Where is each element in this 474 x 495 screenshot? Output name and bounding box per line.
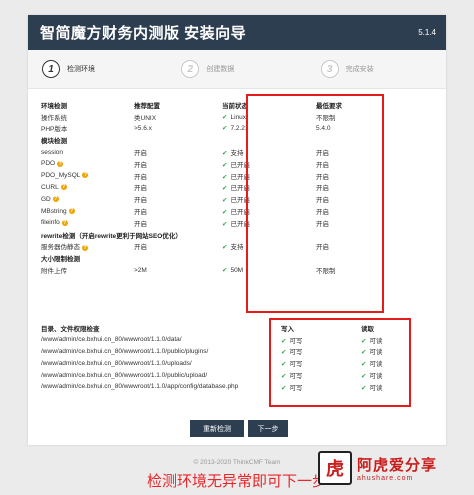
next-step-button[interactable]: 下一步 (248, 420, 288, 437)
help-icon[interactable]: ? (60, 184, 67, 191)
annotation-caption: 检测环境无异常即可下一步 (147, 473, 328, 490)
check-item-name: CURL (41, 183, 59, 191)
check-item-name: 附件上传 (41, 268, 67, 276)
current-status: 支持 (230, 150, 244, 158)
check-item-name: MBstring (41, 207, 67, 215)
check-icon: ✔ (222, 267, 228, 275)
step-number: 1 (42, 60, 60, 78)
step-check-env: 1 检测环境 (28, 60, 167, 78)
page-title: 智简魔方财务内测版 安装向导 (40, 25, 247, 42)
directory-path: /www/admin/ce.bxhui.cn_80/wwwroot/1.1.0/… (41, 371, 208, 379)
check-item-name: session (41, 148, 64, 156)
watermark-logo: 虎 阿虎爱分享 ahushare.com (318, 449, 470, 486)
check-icon: ✔ (222, 209, 228, 217)
check-icon: ✔ (222, 113, 228, 121)
check-item-cell: session (41, 146, 134, 158)
check-item-cell: 服务器伪静态? (41, 241, 134, 253)
directory-path: /www/admin/ce.bxhui.cn_80/wwwroot/1.1.0/… (41, 359, 192, 367)
col-header: 推荐配置 (134, 102, 160, 110)
recommended-value: >2M (134, 266, 147, 274)
recommended-value: >5.6.x (134, 124, 152, 132)
step-label: 检测环境 (67, 66, 95, 73)
status-highlight-box (246, 94, 384, 313)
recheck-button[interactable]: 重新检测 (190, 420, 244, 437)
check-item-cell: PDO? (41, 158, 134, 170)
help-icon[interactable]: ? (52, 196, 59, 203)
recommended-value: 开启 (134, 150, 147, 158)
check-icon: ✔ (222, 197, 228, 205)
check-item-name: PDO (41, 160, 56, 168)
check-item-cell: CURL? (41, 182, 134, 194)
check-icon: ✔ (222, 220, 228, 228)
check-item-cell: GD? (41, 193, 134, 205)
check-icon: ✔ (222, 150, 228, 158)
recommended-value: 开启 (134, 209, 147, 217)
help-icon[interactable]: ? (68, 207, 75, 214)
recommended-value: 开启 (134, 173, 147, 181)
directory-path: /www/admin/ce.bxhui.cn_80/wwwroot/1.1.0/… (41, 347, 209, 355)
step-finish: 3 完成安装 (307, 60, 446, 78)
watermark-seal: 虎 (318, 450, 352, 485)
check-item-name: 操作系统 (41, 114, 67, 122)
check-icon: ✔ (222, 173, 228, 181)
current-status: 支持 (230, 244, 244, 252)
check-item-cell: 操作系统 (41, 111, 134, 123)
current-status: 50M (230, 267, 244, 275)
recommended-value: 开启 (134, 220, 147, 228)
current-status: Linux (230, 113, 246, 121)
help-icon[interactable]: ? (82, 244, 88, 251)
check-item-cell: fileinfo? (41, 217, 134, 229)
installer-header: 智简魔方财务内测版 安装向导 5.1.4 (28, 15, 446, 50)
recommended-value: 开启 (134, 161, 147, 169)
check-item-cell: PHP版本 (41, 123, 134, 135)
col-header: 环境检测 (41, 102, 67, 110)
step-create-data: 2 创建数据 (167, 60, 306, 78)
recommended-value: 类UNIX (134, 114, 157, 122)
watermark-en: ahushare.com (357, 474, 414, 482)
permission-highlight-box (269, 318, 411, 407)
step-label: 完成安装 (345, 66, 374, 73)
check-item-cell: MBstring? (41, 205, 134, 217)
check-icon: ✔ (222, 185, 228, 193)
check-item-name: PHP版本 (41, 126, 68, 134)
check-item-cell: PDO_MySQL? (41, 170, 134, 182)
help-icon[interactable]: ? (82, 172, 89, 179)
recommended-value: 开启 (134, 185, 147, 193)
directory-path: /www/admin/ce.bxhui.cn_80/wwwroot/1.1.0/… (41, 383, 239, 391)
step-number: 3 (320, 60, 339, 78)
col-header: 目录、文件权限检查 (41, 325, 100, 333)
check-item-name: fileinfo (41, 219, 60, 227)
check-item-cell: 附件上传 (41, 264, 134, 276)
recommended-value: 开启 (134, 244, 147, 252)
version-label: 5.1.4 (418, 28, 436, 37)
check-item-name: 服务器伪静态 (41, 244, 80, 252)
step-number: 2 (181, 60, 200, 78)
directory-path: /www/admin/ce.bxhui.cn_80/wwwroot/1.1.0/… (41, 336, 182, 344)
check-icon: ✔ (222, 244, 228, 252)
check-item-name: GD (41, 195, 51, 203)
check-icon: ✔ (222, 125, 228, 133)
watermark-text: 阿虎爱分享 ahushare.com (357, 454, 437, 482)
help-icon[interactable]: ? (61, 219, 68, 226)
watermark-cn: 阿虎爱分享 (357, 455, 438, 474)
step-label: 创建数据 (206, 66, 235, 73)
help-icon[interactable]: ? (57, 160, 64, 167)
step-indicator: 1 检测环境 2 创建数据 3 完成安装 (28, 50, 446, 89)
recommended-value: 开启 (134, 197, 147, 205)
check-icon: ✔ (222, 161, 228, 169)
check-item-name: PDO_MySQL (41, 172, 81, 180)
